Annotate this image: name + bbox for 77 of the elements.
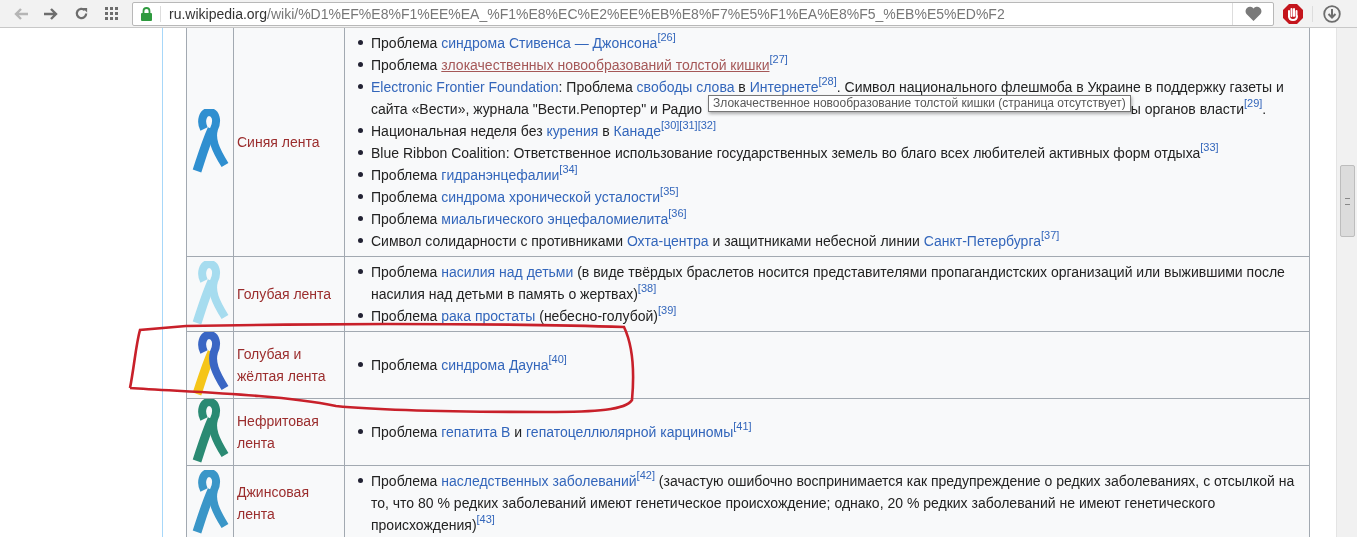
citation-link[interactable]: [37] — [1041, 229, 1060, 241]
bullet-icon — [358, 478, 363, 483]
citation-link[interactable]: [35] — [660, 185, 679, 197]
article-link[interactable]: миальгического энцефаломиелита — [441, 211, 669, 227]
ribbon-name: Синяя лента — [237, 134, 320, 150]
list-item-text: Проблема синдрома Стивенса — Джонсона$^{[26]}$ — [371, 32, 676, 53]
citation-link[interactable]: [40] — [548, 353, 567, 365]
citation-link[interactable]: [43] — [476, 513, 495, 525]
ribbon-name: Голубая лента — [237, 286, 332, 302]
citation-link[interactable]: [32] — [697, 119, 717, 131]
bullet-icon — [358, 194, 363, 199]
forward-icon[interactable] — [43, 6, 59, 21]
bullet-icon — [358, 84, 363, 89]
list-item-text: Проблема миальгического энцефаломиелита$^{[36]}$ — [371, 208, 687, 229]
missing-article-link[interactable]: злокачественных новообразований толстой кишки — [441, 57, 770, 73]
article-link[interactable]: гепатоцеллюлярной карциномы — [526, 424, 734, 440]
article-link[interactable]: свободы слова — [636, 79, 735, 95]
citation-link[interactable]: [39] — [657, 304, 677, 316]
bullet-icon — [358, 150, 363, 155]
bullet-icon — [358, 216, 363, 221]
list-item-text: Проблема синдрома Дауна$^{[40]}$ — [371, 354, 567, 375]
list-item-text: Blue Ribbon Coalition: Ответственное использование государственных земель во благо всех любителей активных форм отдыха$^{[33]}$ — [371, 142, 1219, 163]
article-link[interactable]: синдрома хронической усталости — [441, 189, 661, 205]
article-link[interactable]: Санкт-Петербурга — [923, 233, 1041, 249]
citation-link[interactable]: [41] — [733, 420, 752, 432]
bullet-icon — [358, 238, 363, 243]
citation-link[interactable]: [30] — [660, 119, 680, 131]
bullet-icon — [358, 128, 363, 133]
article-link[interactable]: насилия над детьми — [441, 264, 574, 280]
article-link[interactable]: рака простаты — [441, 308, 536, 324]
article-link[interactable]: гепатита B — [441, 424, 511, 440]
lock-icon — [141, 6, 152, 21]
bullet-icon — [358, 269, 363, 274]
ribbon-name: Нефритовая лента — [237, 413, 319, 451]
bullet-icon — [358, 313, 363, 318]
bullet-icon — [358, 429, 363, 434]
article-link[interactable]: гидранэнцефалии — [441, 167, 560, 183]
citation-link[interactable]: [27] — [769, 53, 788, 65]
citation-link[interactable]: [36] — [668, 207, 687, 219]
list-item-text: Символ солидарности с противниками Охта-центра и защитниками небесной линии Санкт-Петербурга$^{[37]}$ — [371, 230, 1060, 251]
list-item-text: Проблема синдрома хронической усталости$^{[35]}$ — [371, 186, 679, 207]
heart-icon[interactable] — [1244, 6, 1262, 21]
citation-link[interactable]: [28] — [818, 75, 837, 87]
article-link[interactable]: синдрома Стивенса — Джонсона — [441, 35, 658, 51]
reload-icon[interactable] — [73, 6, 89, 21]
article-link[interactable]: наследственных заболеваний — [441, 473, 637, 489]
citation-link[interactable]: [26] — [657, 31, 676, 43]
list-item-text: Проблема рака простаты (небесно-голубой)$^{[39]}$ — [371, 305, 677, 326]
bullet-icon — [358, 172, 363, 177]
citation-link[interactable]: [34] — [559, 163, 578, 175]
article-link[interactable]: Интернете — [749, 79, 819, 95]
stop-hand-icon[interactable] — [1283, 3, 1303, 24]
citation-link[interactable]: [29] — [1244, 97, 1263, 109]
list-item-text: Electronic Frontier Foundation: Проблема свободы слова в Интернете$^{[28]}$. Символ национального флешмоба в Украине в поддержку газеты и сайта «Вести», журнала "Вести.Репортер" и Радио Злокачественное новообразование толстой кишки (страница отсутствует) ы органов власти$^{[29]}$. — [371, 76, 1285, 119]
article-link[interactable]: курения — [546, 123, 599, 139]
apps-grid-icon[interactable] — [104, 7, 118, 20]
ribbon-name: Джинсовая лента — [237, 484, 309, 522]
list-item-text: Проблема насилия над детьми (в виде твёрдых браслетов носится представителями пропагандистских организаций или выжившими после насилия над детьми в память о жертвах)$^{[38]}$ — [371, 263, 1286, 304]
bullet-icon — [358, 40, 363, 45]
citation-link[interactable]: [33] — [1200, 141, 1219, 153]
scrollbar-thumb[interactable] — [1340, 165, 1355, 237]
citation-link[interactable]: [31] — [679, 119, 698, 131]
list-item-text: Проблема гепатита B и гепатоцеллюлярной карциномы$^{[41]}$ — [371, 421, 752, 442]
list-item-text: Проблема гидранэнцефалии$^{[34]}$ — [371, 164, 578, 185]
bullet-icon — [358, 62, 363, 67]
download-icon[interactable] — [1323, 4, 1341, 23]
list-item-text: Проблема злокачественных новообразований толстой кишки$^{[27]}$ — [371, 54, 788, 75]
citation-link[interactable]: [42] — [636, 469, 655, 481]
article-link[interactable]: синдрома Дауна — [441, 357, 549, 373]
ribbon-name: Голубая и жёлтая лента — [237, 346, 326, 384]
citation-link[interactable]: [38] — [637, 282, 657, 294]
bullet-icon — [358, 362, 363, 367]
article-link[interactable]: Охта-центра — [626, 233, 709, 249]
article-link[interactable]: Канаде — [613, 123, 661, 139]
article-link[interactable]: Electronic Frontier Foundation — [371, 79, 559, 95]
list-item-text: Проблема наследственных заболеваний$^{[42]}$ (зачастую ошибочно воспринимается как предупреждение о редких заболеваниях, с отсылкой на то, что 80 % редких заболеваний имеют генетическое происхождение; однако, 20 % редких заболеваний не имеют генетического происхождения)$^{[43]}$ — [371, 470, 1296, 535]
tooltip: Злокачественное новообразование толстой кишки (страница отсутствует) — [708, 95, 1131, 112]
